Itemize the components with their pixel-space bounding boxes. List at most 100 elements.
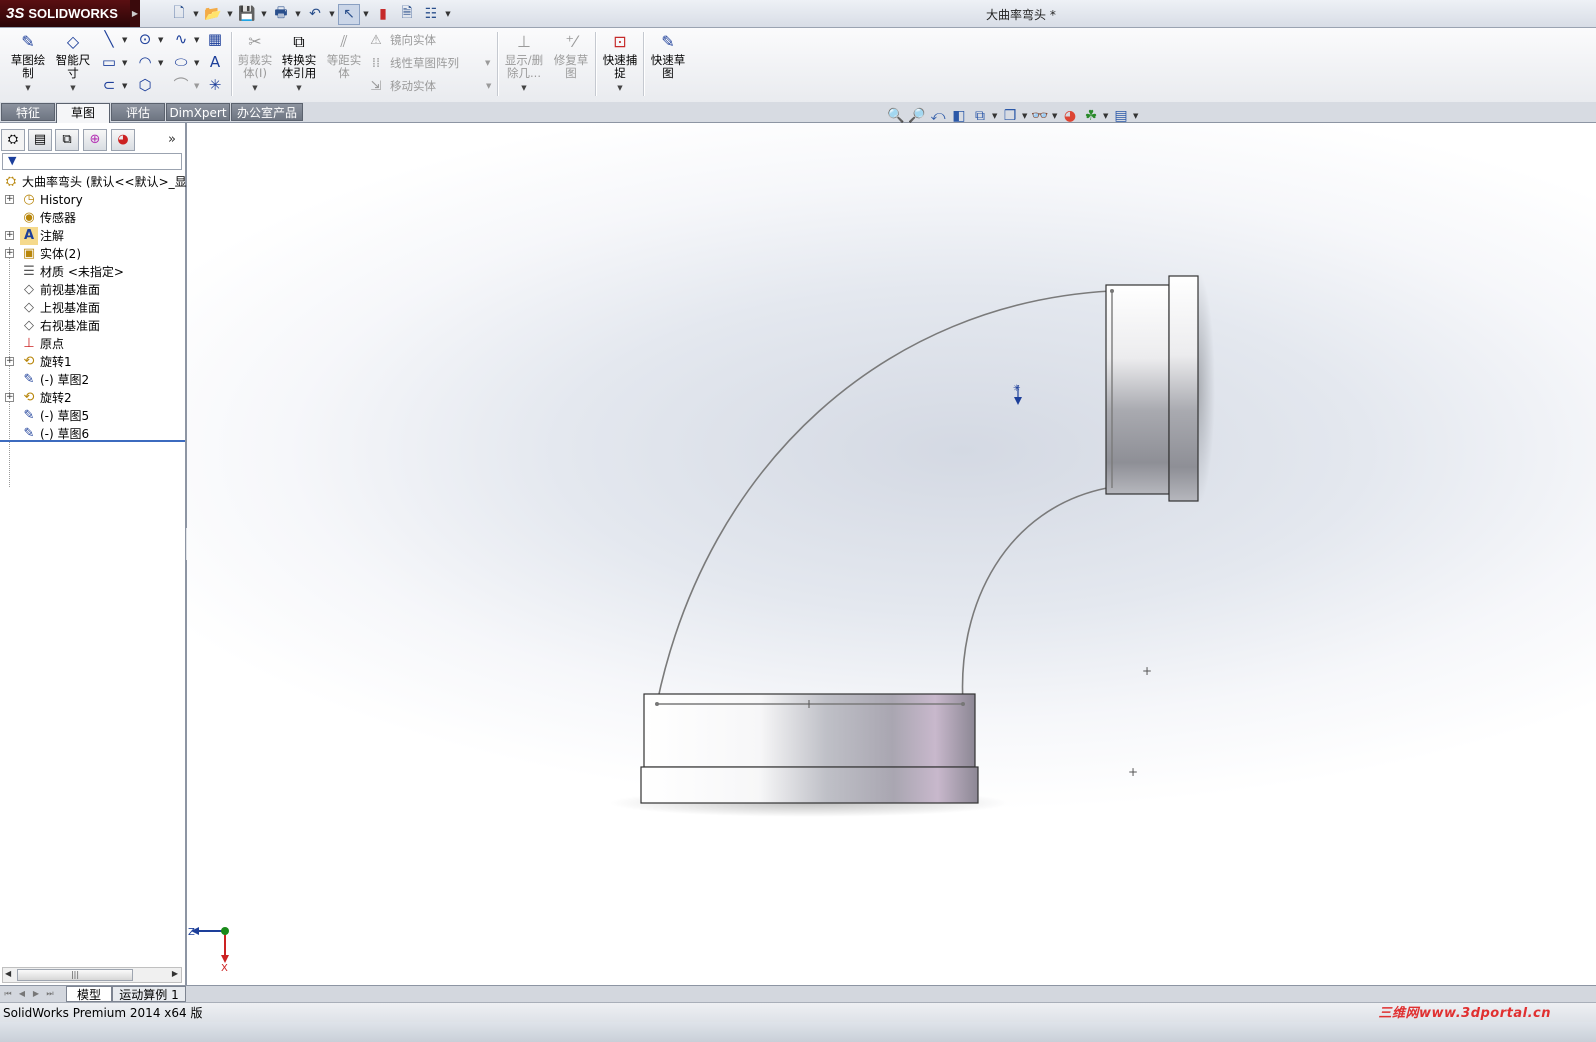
ellipse-dropdown-icon[interactable]: ▼ — [194, 59, 199, 67]
new-dropdown-icon[interactable]: ▼ — [192, 10, 200, 18]
sketch-endpoint[interactable] — [961, 702, 965, 706]
expand-icon[interactable]: + — [5, 195, 14, 204]
feature-tree-filter[interactable]: ▼ — [2, 153, 182, 170]
select-icon[interactable]: ↖ — [338, 3, 360, 25]
right-pipe-body[interactable] — [1105, 284, 1170, 495]
tab-sketch[interactable]: 草图 — [56, 103, 110, 123]
quick-snaps-dropdown-icon[interactable]: ▼ — [598, 82, 642, 95]
tab-model[interactable]: 模型 — [66, 986, 112, 1002]
expand-icon[interactable]: + — [5, 357, 14, 366]
tree-item-sketch5[interactable]: ✎ (-) 草图5 — [0, 407, 185, 425]
tree-item-solid-bodies[interactable]: + ▣ 实体(2) — [0, 245, 185, 263]
dimxpert-manager-tab-icon[interactable]: ⊕ — [83, 129, 107, 151]
sketch-button[interactable]: ✎ 草图绘 制 ▼ — [6, 32, 50, 95]
save-dropdown-icon[interactable]: ▼ — [260, 10, 268, 18]
model-view[interactable]: ✳ + + Z X — [187, 123, 1596, 985]
options-dropdown-icon[interactable]: ▼ — [444, 10, 452, 18]
line-icon[interactable]: ╲ — [100, 30, 118, 48]
view-settings-dropdown-icon[interactable]: ▼ — [1133, 112, 1139, 120]
tree-item-sensors[interactable]: ◉ 传感器 — [0, 209, 185, 227]
display-manager-tab-icon[interactable]: ◕ — [111, 129, 135, 151]
repair-sketch-button[interactable]: ⁺⁄ 修复草 图 — [549, 32, 593, 80]
next-tab-icon[interactable]: ▶ — [30, 988, 42, 1000]
feature-tree-tab-icon[interactable]: ⛭ — [1, 129, 25, 151]
apply-scene-dropdown-icon[interactable]: ▼ — [1103, 112, 1109, 120]
tree-item-origin[interactable]: ⊥ 原点 — [0, 335, 185, 353]
section-view-icon[interactable]: ◧ — [950, 107, 968, 125]
line-dropdown-icon[interactable]: ▼ — [122, 36, 127, 44]
menu-expand-arrow-icon[interactable]: ▶ — [130, 0, 140, 27]
mirror-entities-button[interactable]: ⚠ 镜向实体 — [368, 32, 436, 48]
arc-dropdown-icon[interactable]: ▼ — [158, 59, 163, 67]
expand-icon[interactable]: + — [5, 393, 14, 402]
tree-root[interactable]: ⛭ 大曲率弯头 (默认<<默认>_显 — [0, 173, 187, 191]
tree-item-revolve1[interactable]: + ⟲ 旋转1 — [0, 353, 185, 371]
rapid-sketch-button[interactable]: ✎ 快速草 图 — [646, 32, 690, 80]
smart-dimension-dropdown-icon[interactable]: ▼ — [51, 82, 95, 95]
fillet-icon[interactable]: ⌒ — [172, 76, 190, 94]
file-properties-icon[interactable]: 🗎 — [396, 4, 418, 25]
options-icon[interactable]: ☷ — [420, 4, 442, 25]
view-orientation-dropdown-icon[interactable]: ▼ — [992, 112, 998, 120]
spline-icon[interactable]: ∿ — [172, 30, 190, 48]
arc-icon[interactable]: ◠ — [136, 53, 154, 71]
ellipse-icon[interactable]: ⬭ — [172, 53, 190, 71]
tree-item-right-plane[interactable]: ◇ 右视基准面 — [0, 317, 185, 335]
prev-tab-icon[interactable]: ◀ — [16, 988, 28, 1000]
sketch-endpoint[interactable] — [1110, 289, 1114, 293]
tree-item-history[interactable]: + ◷ History — [0, 191, 185, 209]
tree-item-annotations[interactable]: + A 注解 — [0, 227, 185, 245]
apply-scene-icon[interactable]: ☘ — [1082, 107, 1100, 125]
quick-snaps-button[interactable]: ⊡ 快速捕 捉 ▼ — [598, 32, 642, 95]
linear-pattern-dropdown-icon[interactable]: ▼ — [485, 59, 490, 67]
circle-dropdown-icon[interactable]: ▼ — [158, 36, 163, 44]
select-dropdown-icon[interactable]: ▼ — [362, 10, 370, 18]
undo-icon[interactable]: ↶ — [304, 4, 326, 25]
tab-motion-study-1[interactable]: 运动算例 1 — [112, 986, 186, 1002]
expand-panel-icon[interactable]: » — [168, 132, 176, 147]
slot-icon[interactable]: ⊂ — [100, 76, 118, 94]
rectangle-icon[interactable]: ▭ — [100, 53, 118, 71]
convert-dropdown-icon[interactable]: ▼ — [277, 82, 321, 95]
tab-dimxpert[interactable]: DimXpert — [166, 103, 230, 121]
open-dropdown-icon[interactable]: ▼ — [226, 10, 234, 18]
spline-dropdown-icon[interactable]: ▼ — [194, 36, 199, 44]
trim-entities-button[interactable]: ✂ 剪裁实 体(I) ▼ — [233, 32, 277, 95]
fillet-dropdown-icon[interactable]: ▼ — [194, 82, 199, 90]
sketch-point-marker[interactable]: ✳ — [1013, 384, 1022, 405]
view-settings-icon[interactable]: ▤ — [1112, 107, 1130, 125]
last-tab-icon[interactable]: ⏭ — [44, 988, 56, 1000]
move-entities-button[interactable]: ⇲ 移动实体 ▼ — [368, 78, 492, 94]
smart-dimension-button[interactable]: ◇ 智能尺 寸 ▼ — [51, 32, 95, 95]
bottom-flange-ring[interactable] — [640, 766, 979, 804]
zoom-to-area-icon[interactable]: 🔎 — [908, 107, 926, 125]
tab-features[interactable]: 特征 — [1, 103, 55, 121]
point-icon[interactable]: ✳ — [206, 76, 224, 94]
open-icon[interactable]: 📂 — [202, 4, 224, 25]
reference-triad[interactable]: Z X — [188, 927, 229, 974]
tree-item-front-plane[interactable]: ◇ 前视基准面 — [0, 281, 185, 299]
tree-item-top-plane[interactable]: ◇ 上视基准面 — [0, 299, 185, 317]
edit-appearance-icon[interactable]: ◕ — [1061, 107, 1079, 125]
right-flange-ring[interactable] — [1168, 275, 1199, 502]
print-dropdown-icon[interactable]: ▼ — [294, 10, 302, 18]
configuration-manager-tab-icon[interactable]: ⧉ — [55, 129, 79, 151]
tree-item-material[interactable]: ☰ 材质 <未指定> — [0, 263, 185, 281]
scroll-right-icon[interactable]: ▶ — [172, 969, 178, 978]
circle-icon[interactable]: ⊙ — [136, 30, 154, 48]
display-delete-relations-button[interactable]: ⊥ 显示/删 除几... ▼ — [502, 32, 546, 95]
slot-dropdown-icon[interactable]: ▼ — [122, 82, 127, 90]
previous-view-icon[interactable]: ⤺ — [929, 107, 947, 125]
outer-sweep-curve[interactable] — [656, 290, 1112, 704]
hide-show-dropdown-icon[interactable]: ▼ — [1052, 112, 1058, 120]
scroll-thumb[interactable]: ||| — [17, 969, 133, 981]
new-document-icon[interactable]: 🗋 — [168, 4, 190, 25]
trim-dropdown-icon[interactable]: ▼ — [233, 82, 277, 95]
first-tab-icon[interactable]: ⏮ — [2, 988, 14, 1000]
tab-office-products[interactable]: 办公室产品 — [231, 103, 303, 121]
tree-item-sketch2[interactable]: ✎ (-) 草图2 — [0, 371, 185, 389]
view-orientation-icon[interactable]: ⧉ — [971, 107, 989, 125]
property-manager-tab-icon[interactable]: ▤ — [28, 129, 52, 151]
inner-sweep-curve[interactable] — [961, 487, 1108, 704]
expand-icon[interactable]: + — [5, 231, 14, 240]
